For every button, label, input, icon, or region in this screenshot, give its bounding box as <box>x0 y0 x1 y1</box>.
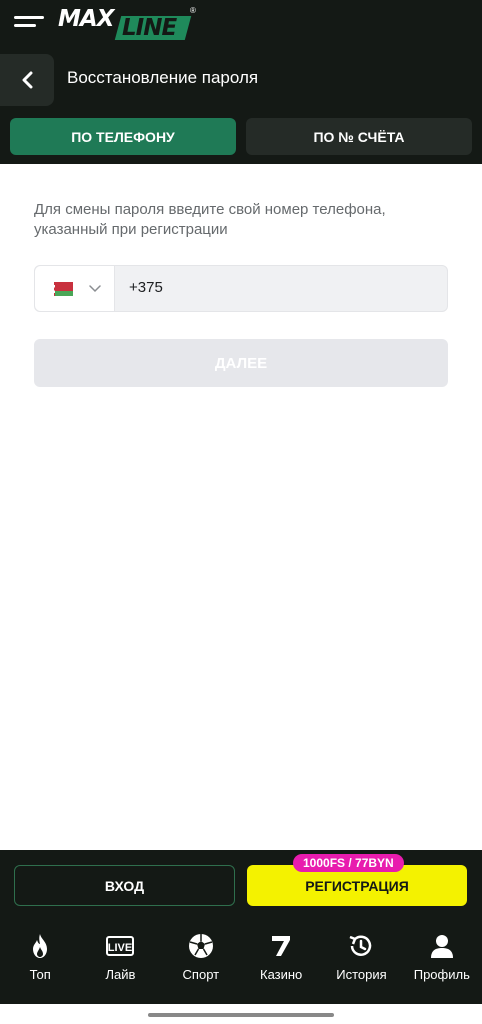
logo-part-max: MAX <box>58 6 114 32</box>
svg-text:LIVE: LIVE <box>108 942 132 954</box>
tab-by-account[interactable]: ПО № СЧЁТА <box>246 118 472 155</box>
logo-part-line: LINE <box>122 15 177 41</box>
instruction-text: Для смены пароля введите свой номер теле… <box>34 201 386 238</box>
chevron-left-icon <box>22 71 33 89</box>
menu-icon[interactable] <box>14 16 44 30</box>
nav-item-top[interactable]: Топ <box>0 924 80 1004</box>
top-bar: MAX LINE ® <box>0 0 482 48</box>
nav-label-live: Лайв <box>105 967 136 982</box>
history-icon <box>347 933 375 959</box>
nav-label-casino: Казино <box>260 967 303 982</box>
nav-item-casino[interactable]: Казино <box>241 924 321 1004</box>
live-icon: LIVE <box>106 933 135 959</box>
auth-bar: ВХОД РЕГИСТРАЦИЯ 1000FS / 77BYN <box>0 850 482 924</box>
nav-label-top: Топ <box>29 967 51 982</box>
tab-by-phone[interactable]: ПО ТЕЛЕФОНУ <box>10 118 236 155</box>
promo-badge: 1000FS / 77BYN <box>293 854 404 872</box>
logo-reg-mark: ® <box>190 6 196 15</box>
country-selector[interactable] <box>35 266 115 311</box>
bottom-navigation: Топ LIVE Лайв Спорт Казино История Профи… <box>0 924 482 1004</box>
fire-icon <box>26 933 54 959</box>
seven-icon <box>267 933 295 959</box>
nav-item-history[interactable]: История <box>321 924 401 1004</box>
user-icon <box>428 933 456 959</box>
next-button[interactable]: ДАЛЕЕ <box>34 339 448 387</box>
page-header: Восстановление пароля ПО ТЕЛЕФОНУ ПО № С… <box>0 48 482 164</box>
nav-item-sport[interactable]: Спорт <box>161 924 241 1004</box>
nav-label-history: История <box>336 967 387 982</box>
login-button[interactable]: ВХОД <box>14 865 235 906</box>
home-indicator[interactable] <box>148 1013 334 1017</box>
soccer-ball-icon <box>187 933 215 959</box>
nav-item-live[interactable]: LIVE Лайв <box>80 924 160 1004</box>
nav-label-sport: Спорт <box>182 967 220 982</box>
system-home-bar <box>0 1004 482 1024</box>
phone-field-group <box>34 265 448 312</box>
nav-label-profile: Профиль <box>413 967 470 982</box>
back-button[interactable] <box>0 54 54 106</box>
phone-input[interactable] <box>129 279 429 296</box>
belarus-flag-icon <box>51 282 73 296</box>
nav-item-profile[interactable]: Профиль <box>402 924 482 1004</box>
chevron-down-icon <box>89 285 101 293</box>
page-title: Восстановление пароля <box>67 68 259 87</box>
